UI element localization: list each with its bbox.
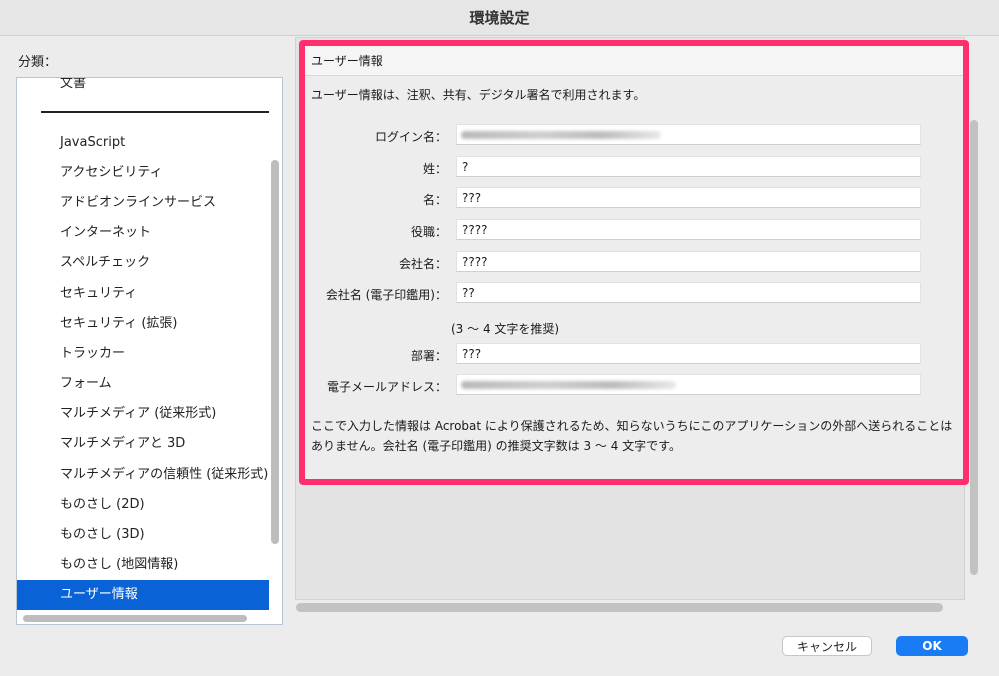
sidebar-item-javascript[interactable]: JavaScript [17, 128, 269, 158]
login-name-field[interactable] [456, 124, 921, 145]
category-label: 分類： [18, 55, 58, 70]
email-blurred-value [461, 381, 676, 389]
sidebar-item-internet[interactable]: インターネット [17, 218, 269, 248]
content-vertical-scrollbar[interactable] [970, 120, 978, 575]
organization-stamp-label: 会社名 (電子印鑑用)： [325, 288, 447, 302]
sidebar-item-measuring-2d[interactable]: ものさし (2D) [17, 490, 269, 520]
panel-intro: ユーザー情報は、注釈、共有、デジタル署名で利用されます。 [311, 88, 646, 102]
cancel-button[interactable]: キャンセル [782, 636, 872, 656]
list-separator [41, 111, 269, 113]
sidebar-item-measuring-3d[interactable]: ものさし (3D) [17, 520, 269, 550]
sidebar-item-adobe-online-services[interactable]: アドビオンラインサービス [17, 188, 269, 218]
first-name-field[interactable]: ??? [456, 187, 921, 208]
department-label: 部署： [410, 349, 447, 363]
last-name-field[interactable]: ? [456, 156, 921, 177]
organization-stamp-field[interactable]: ?? [456, 282, 921, 303]
window-title: 環境設定 [469, 9, 530, 27]
department-field[interactable]: ??? [456, 343, 921, 364]
sidebar-item-multimedia-trust[interactable]: マルチメディアの信頼性 (従来形式) [17, 460, 269, 490]
email-field[interactable] [456, 374, 921, 395]
last-name-label: 姓： [422, 162, 447, 176]
ok-button[interactable]: OK [896, 636, 968, 656]
sidebar-item-measuring-geo[interactable]: ものさし (地図情報) [17, 550, 269, 580]
category-list[interactable]: 文書 JavaScript アクセシビリティ アドビオンラインサービス インター… [16, 77, 283, 625]
sidebar-item-security-enhanced[interactable]: セキュリティ (拡張) [17, 309, 269, 339]
sidebar-item-document[interactable]: 文書 [17, 78, 269, 99]
privacy-notice: ここで入力した情報は Acrobat により保護されるため、知らないうちにこのア… [311, 419, 953, 453]
login-name-label: ログイン名： [374, 130, 447, 144]
sidebar-item-forms[interactable]: フォーム [17, 369, 269, 399]
sidebar-horizontal-scrollbar[interactable] [23, 615, 247, 622]
stamp-length-hint: (3 〜 4 文字を推奨) [451, 322, 560, 336]
identity-panel: ユーザー情報 ユーザー情報は、注釈、共有、デジタル署名で利用されます。 ログイン… [299, 40, 969, 485]
sidebar-item-security[interactable]: セキュリティ [17, 279, 269, 309]
job-title-label: 役職： [410, 225, 447, 239]
content-horizontal-scrollbar[interactable] [296, 603, 943, 612]
sidebar-item-accessibility[interactable]: アクセシビリティ [17, 158, 269, 188]
first-name-label: 名： [422, 193, 447, 207]
organization-label: 会社名： [398, 257, 447, 271]
sidebar-item-multimedia-legacy[interactable]: マルチメディア (従来形式) [17, 399, 269, 429]
panel-header: ユーザー情報 [305, 46, 963, 76]
email-label: 電子メールアドレス： [326, 380, 447, 394]
sidebar-item-multimedia-3d[interactable]: マルチメディアと 3D [17, 429, 269, 459]
login-name-blurred-value [461, 131, 661, 139]
sidebar-item-spelling[interactable]: スペルチェック [17, 248, 269, 278]
sidebar-item-tracker[interactable]: トラッカー [17, 339, 269, 369]
title-bar: 環境設定 [0, 0, 999, 36]
sidebar-vertical-scrollbar[interactable] [271, 160, 279, 544]
job-title-field[interactable]: ???? [456, 219, 921, 240]
sidebar-item-identity[interactable]: ユーザー情報 [17, 580, 269, 610]
organization-field[interactable]: ???? [456, 251, 921, 272]
